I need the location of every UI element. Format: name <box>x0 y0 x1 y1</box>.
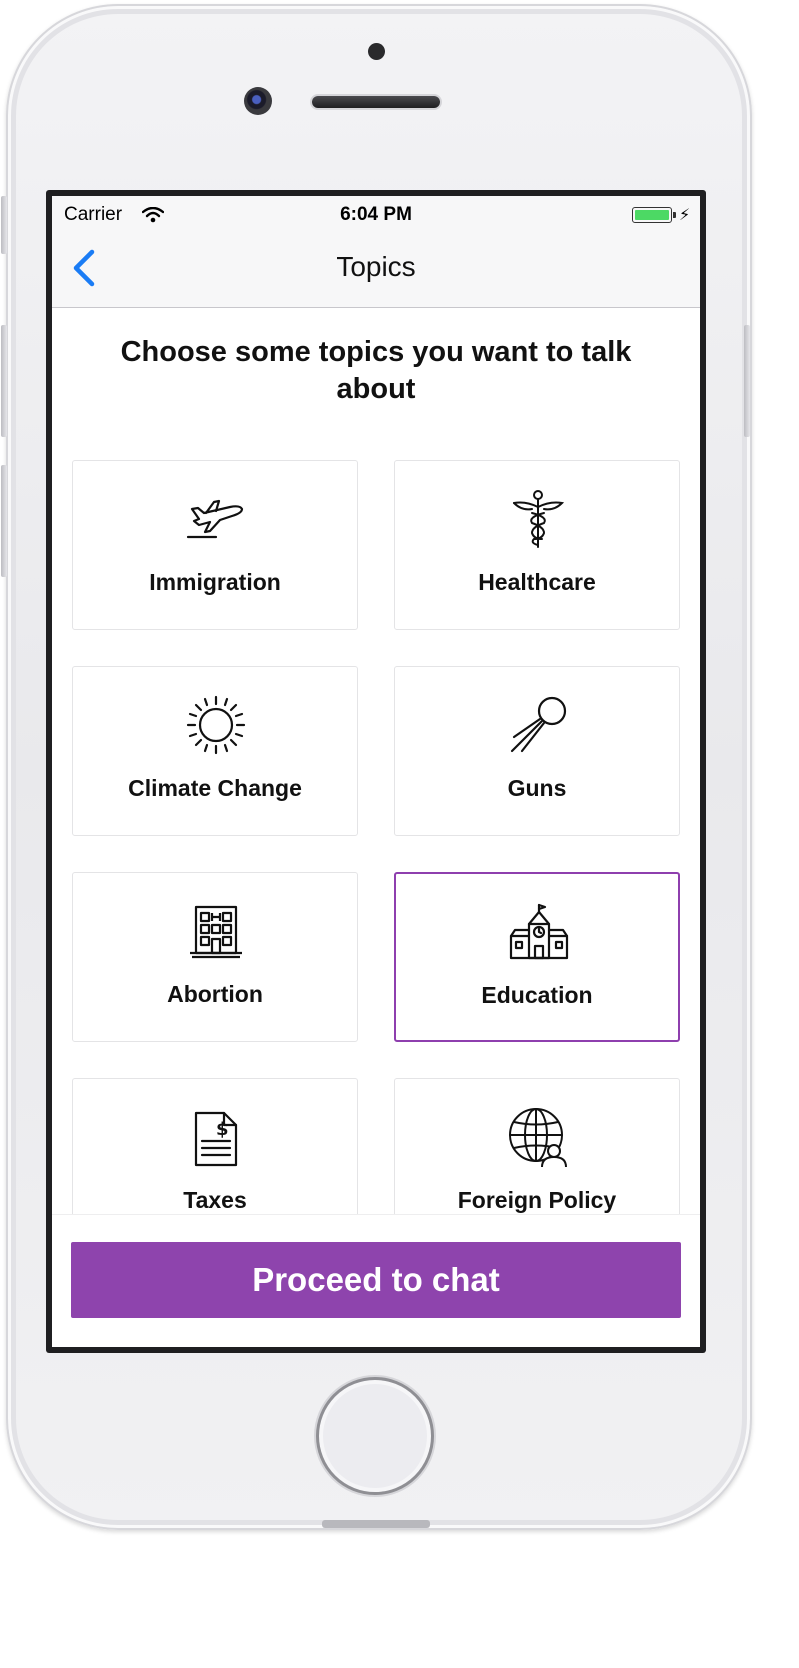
topic-label: Immigration <box>149 569 281 595</box>
topic-label: Guns <box>507 775 567 801</box>
sun-icon <box>186 695 246 755</box>
topic-label: Foreign Policy <box>457 1187 617 1213</box>
topic-label: Healthcare <box>478 569 596 595</box>
charging-icon: ⚡ <box>679 207 691 224</box>
topic-tile-abortion[interactable]: Abortion <box>72 872 358 1042</box>
school-icon <box>509 903 569 960</box>
satellite-icon <box>510 696 567 753</box>
topic-tile-climate-change[interactable]: Climate Change <box>72 666 358 836</box>
status-time: 6:04 PM <box>340 204 412 225</box>
battery-icon <box>632 207 672 223</box>
page-headline: Choose some topics you want to talk abou… <box>120 336 632 405</box>
topic-label: Abortion <box>167 981 263 1007</box>
bottom-action-bar: Proceed to chat <box>52 1214 700 1347</box>
volume-up-button <box>1 325 7 437</box>
proximity-sensor <box>368 43 385 60</box>
volume-down-button <box>1 465 7 577</box>
mute-switch <box>1 196 7 254</box>
airplane-icon <box>186 499 244 539</box>
navigation-bar: Carrier 6:04 PM ⚡ Topics <box>52 196 700 308</box>
power-button <box>744 325 750 437</box>
topic-tile-education[interactable]: Education <box>394 872 680 1042</box>
nav-title: Topics <box>336 251 416 282</box>
topic-tile-immigration[interactable]: Immigration <box>72 460 358 630</box>
home-button[interactable] <box>316 1377 434 1495</box>
tax-document-icon: $ <box>194 1111 238 1167</box>
caduceus-icon <box>513 490 565 548</box>
building-icon <box>190 905 242 959</box>
topic-label: Taxes <box>183 1187 247 1213</box>
topic-tile-guns[interactable]: Guns <box>394 666 680 836</box>
battery-cap <box>673 212 676 218</box>
bottom-edge <box>322 1520 430 1528</box>
front-camera <box>244 87 272 115</box>
app-screen: Carrier 6:04 PM ⚡ Topics Choose some top… <box>52 196 700 1347</box>
globe-person-icon <box>509 1108 567 1167</box>
topic-label: Education <box>481 982 593 1008</box>
earpiece-speaker <box>312 96 440 108</box>
proceed-to-chat-button[interactable]: Proceed to chat <box>71 1242 681 1318</box>
topic-label: Climate Change <box>128 775 302 801</box>
svg-text:$: $ <box>216 1119 229 1140</box>
topic-tile-healthcare[interactable]: Healthcare <box>394 460 680 630</box>
